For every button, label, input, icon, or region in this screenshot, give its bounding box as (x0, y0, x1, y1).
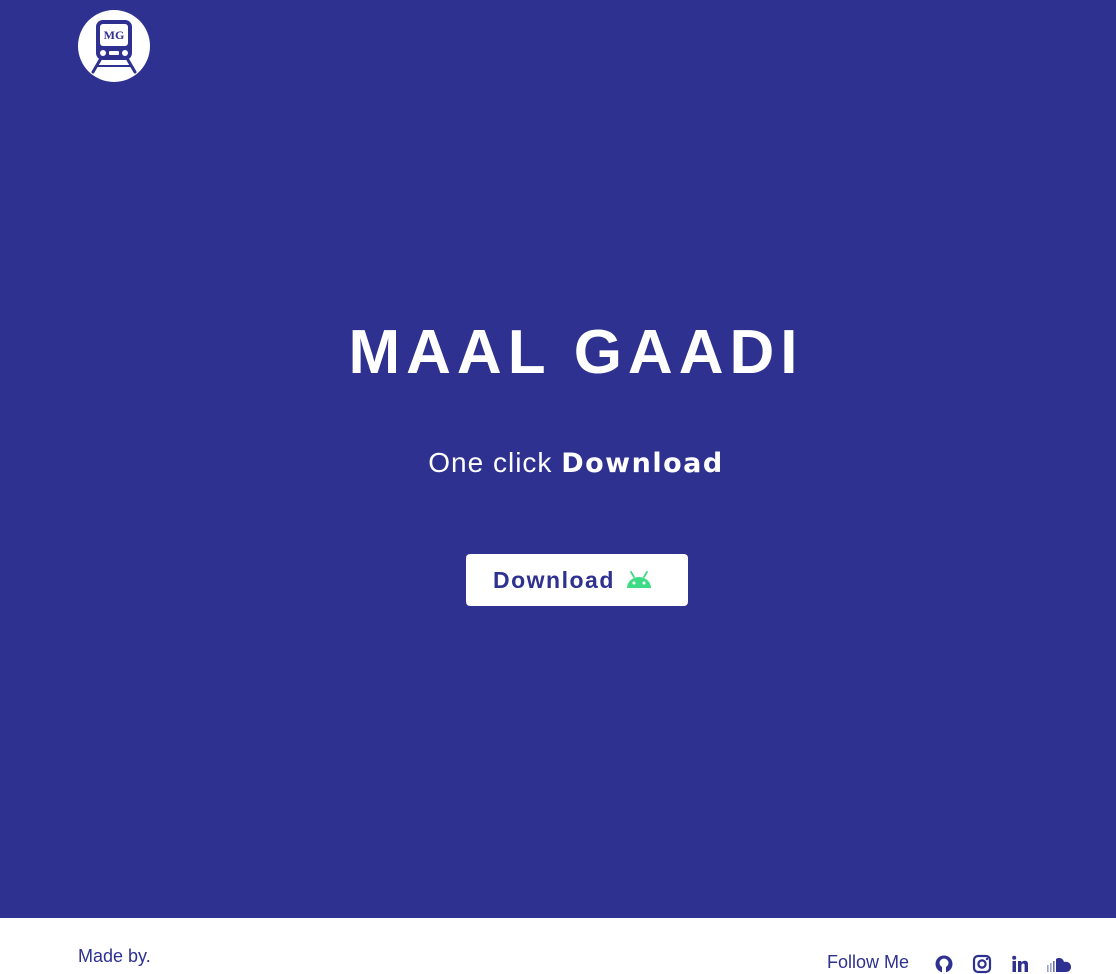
tagline: One click Download (0, 446, 1116, 481)
soundcloud-icon[interactable] (1046, 954, 1072, 974)
download-button-label: Download (493, 566, 615, 593)
android-icon (626, 571, 651, 588)
made-by-text: Made by. (78, 946, 151, 966)
train-logo-icon: MG (91, 20, 137, 74)
linkedin-icon[interactable] (1010, 954, 1030, 974)
instagram-icon[interactable] (972, 954, 992, 974)
app-logo[interactable]: MG (78, 10, 150, 82)
hero-section: MG MAAL GAADI One click Download Downloa… (0, 0, 1116, 918)
tagline-emphasis: Download (561, 448, 724, 479)
page-title: MAAL GAADI (348, 318, 804, 387)
logo-text: MG (104, 28, 125, 42)
github-icon[interactable] (934, 954, 954, 974)
tagline-prefix: One click (428, 447, 562, 478)
follow-me-label: Follow Me (827, 952, 910, 972)
footer: Made by. Follow Me (0, 918, 1116, 974)
download-button[interactable]: Download (466, 554, 688, 606)
